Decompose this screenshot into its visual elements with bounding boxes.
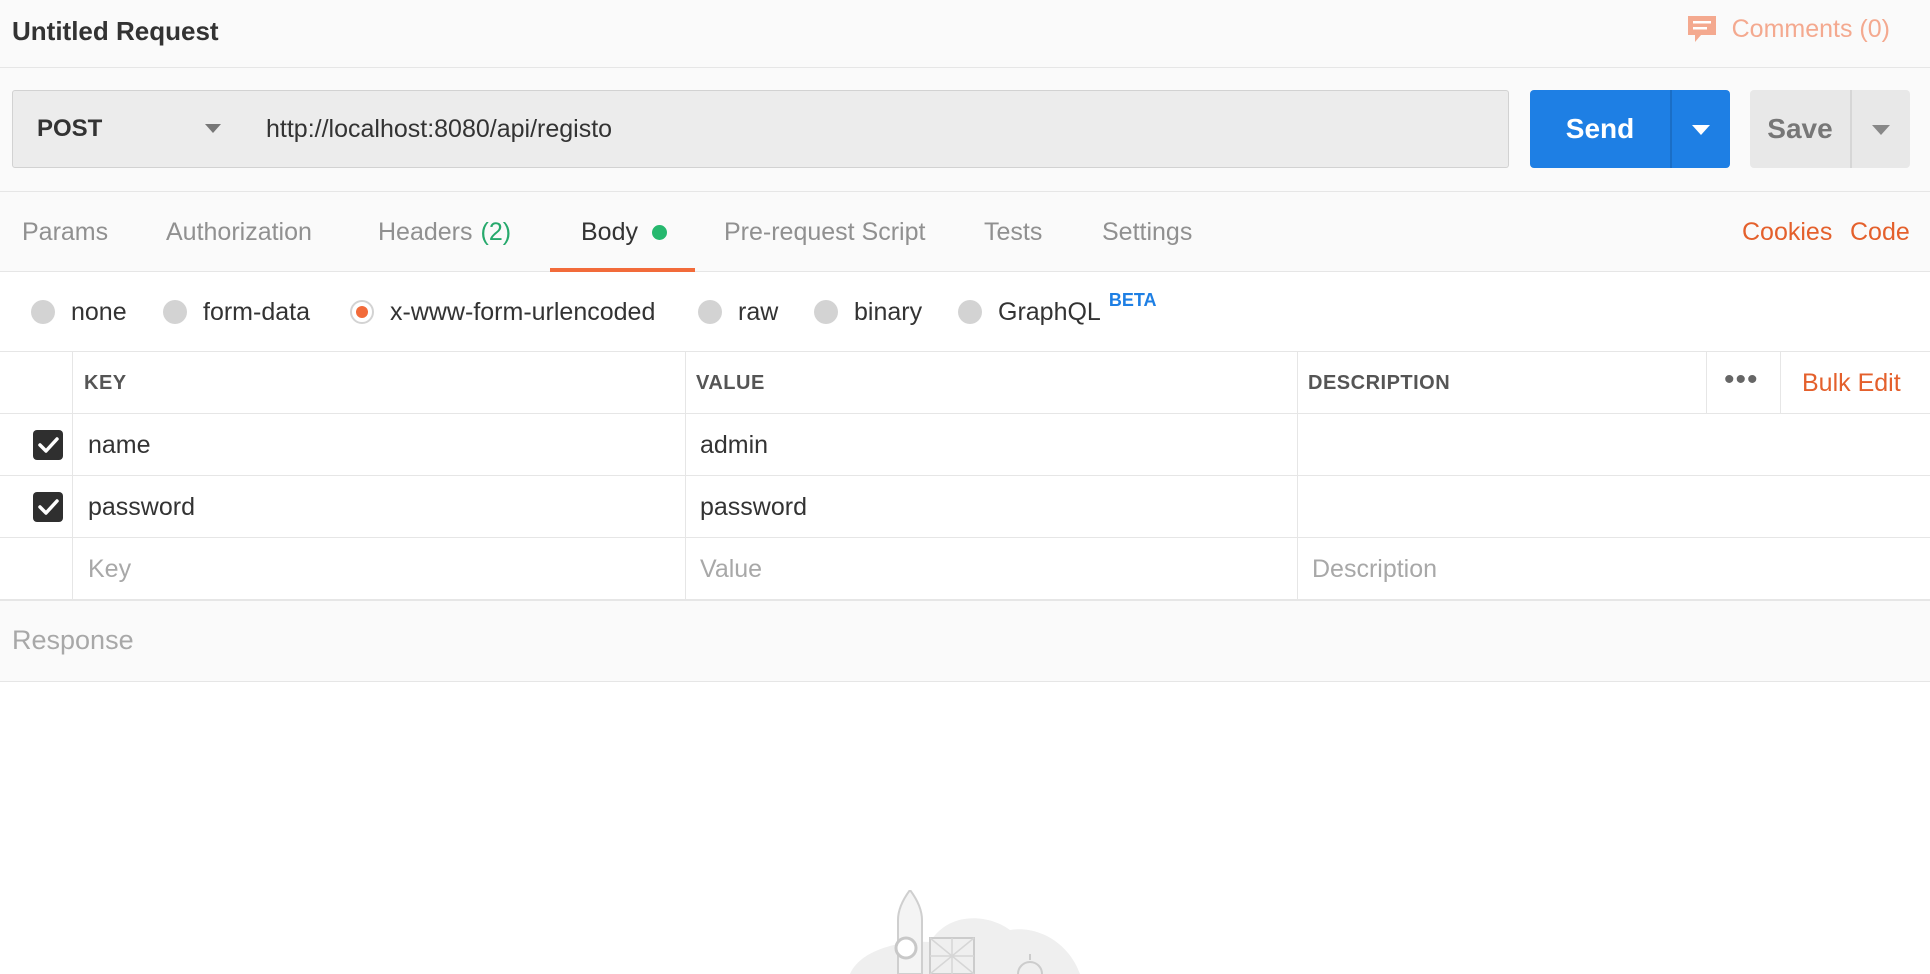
radio-circle [31, 300, 55, 324]
tab-headers[interactable]: Headers (2) [378, 192, 511, 272]
radio-form-data[interactable]: form-data [163, 272, 310, 352]
checkmark-icon [38, 499, 59, 515]
table-row: name admin [0, 414, 1930, 476]
more-options-icon[interactable]: ••• [1724, 365, 1759, 395]
column-divider [72, 414, 73, 476]
table-header-row: KEY VALUE DESCRIPTION ••• Bulk Edit [0, 352, 1930, 414]
comments-label: Comments (0) [1731, 14, 1890, 43]
radio-x-www-form-urlencoded[interactable]: x-www-form-urlencoded [350, 272, 655, 352]
column-divider [685, 476, 686, 538]
tab-authorization[interactable]: Authorization [166, 192, 312, 272]
rocket-launch-icon [850, 888, 1080, 974]
comment-icon [1686, 14, 1718, 44]
beta-badge: BETA [1108, 289, 1157, 310]
key-input[interactable]: Key [88, 538, 131, 600]
body-type-selector: none form-data x-www-form-urlencoded raw… [0, 272, 1930, 352]
key-cell[interactable]: password [88, 476, 195, 538]
radio-binary[interactable]: binary [814, 272, 922, 352]
column-divider [685, 352, 686, 414]
column-divider [72, 538, 73, 600]
method-label: POST [37, 115, 103, 142]
send-label: Send [1565, 113, 1635, 144]
tab-tests[interactable]: Tests [984, 192, 1042, 272]
cookies-link[interactable]: Cookies [1742, 192, 1832, 272]
body-active-dot [651, 224, 667, 240]
send-options-chevron-icon[interactable] [1692, 125, 1710, 135]
column-header-description: DESCRIPTION [1308, 371, 1451, 394]
column-header-key: KEY [84, 371, 127, 394]
radio-graphql[interactable]: GraphQL BETA [958, 272, 1157, 352]
value-cell[interactable]: admin [700, 414, 768, 476]
column-divider [1297, 414, 1298, 476]
row-checkbox[interactable] [33, 492, 63, 522]
send-divider [1670, 90, 1672, 168]
description-input[interactable]: Description [1312, 538, 1437, 600]
column-divider [1706, 352, 1707, 414]
save-button[interactable]: Save [1750, 90, 1910, 168]
bulk-edit-link[interactable]: Bulk Edit [1802, 352, 1901, 414]
table-row: password password [0, 476, 1930, 538]
radio-raw[interactable]: raw [698, 272, 778, 352]
radio-circle-selected [350, 300, 374, 324]
tab-body[interactable]: Body [581, 192, 667, 272]
chevron-down-icon [205, 124, 221, 133]
tab-pre-request-script[interactable]: Pre-request Script [724, 192, 925, 272]
radio-circle [163, 300, 187, 324]
send-button[interactable]: Send [1530, 90, 1730, 168]
comments-button[interactable]: Comments (0) [1686, 14, 1890, 44]
url-input[interactable] [245, 90, 1509, 168]
column-divider [72, 476, 73, 538]
value-input[interactable]: Value [700, 538, 762, 600]
key-cell[interactable]: name [88, 414, 151, 476]
request-tabs: Params Authorization Headers (2) Body Pr… [0, 192, 1930, 273]
response-section: Response [0, 600, 1930, 682]
radio-circle [698, 300, 722, 324]
column-divider [72, 352, 73, 414]
save-options-chevron-icon[interactable] [1872, 125, 1890, 135]
tab-settings[interactable]: Settings [1102, 192, 1192, 272]
request-bar: POST Send Save [0, 68, 1930, 192]
response-label: Response [12, 625, 134, 655]
title-bar: Untitled Request Comments (0) [0, 0, 1930, 68]
code-link[interactable]: Code [1850, 192, 1910, 272]
column-divider [1297, 538, 1298, 600]
column-divider [1780, 352, 1781, 414]
column-header-value: VALUE [696, 371, 765, 394]
value-cell[interactable]: password [700, 476, 807, 538]
save-label: Save [1767, 113, 1833, 144]
radio-circle [958, 300, 982, 324]
row-checkbox[interactable] [33, 430, 63, 460]
radio-none[interactable]: none [31, 272, 127, 352]
method-select[interactable]: POST [12, 90, 246, 168]
checkmark-icon [38, 437, 59, 453]
request-title[interactable]: Untitled Request [12, 16, 219, 47]
tab-params[interactable]: Params [22, 192, 108, 272]
column-divider [1297, 352, 1298, 414]
table-row-new: Key Value Description [0, 538, 1930, 600]
radio-circle [814, 300, 838, 324]
column-divider [685, 414, 686, 476]
column-divider [1297, 476, 1298, 538]
column-divider [685, 538, 686, 600]
save-divider [1850, 90, 1852, 168]
headers-count: (2) [480, 217, 512, 246]
empty-state-illustration [840, 888, 1090, 974]
